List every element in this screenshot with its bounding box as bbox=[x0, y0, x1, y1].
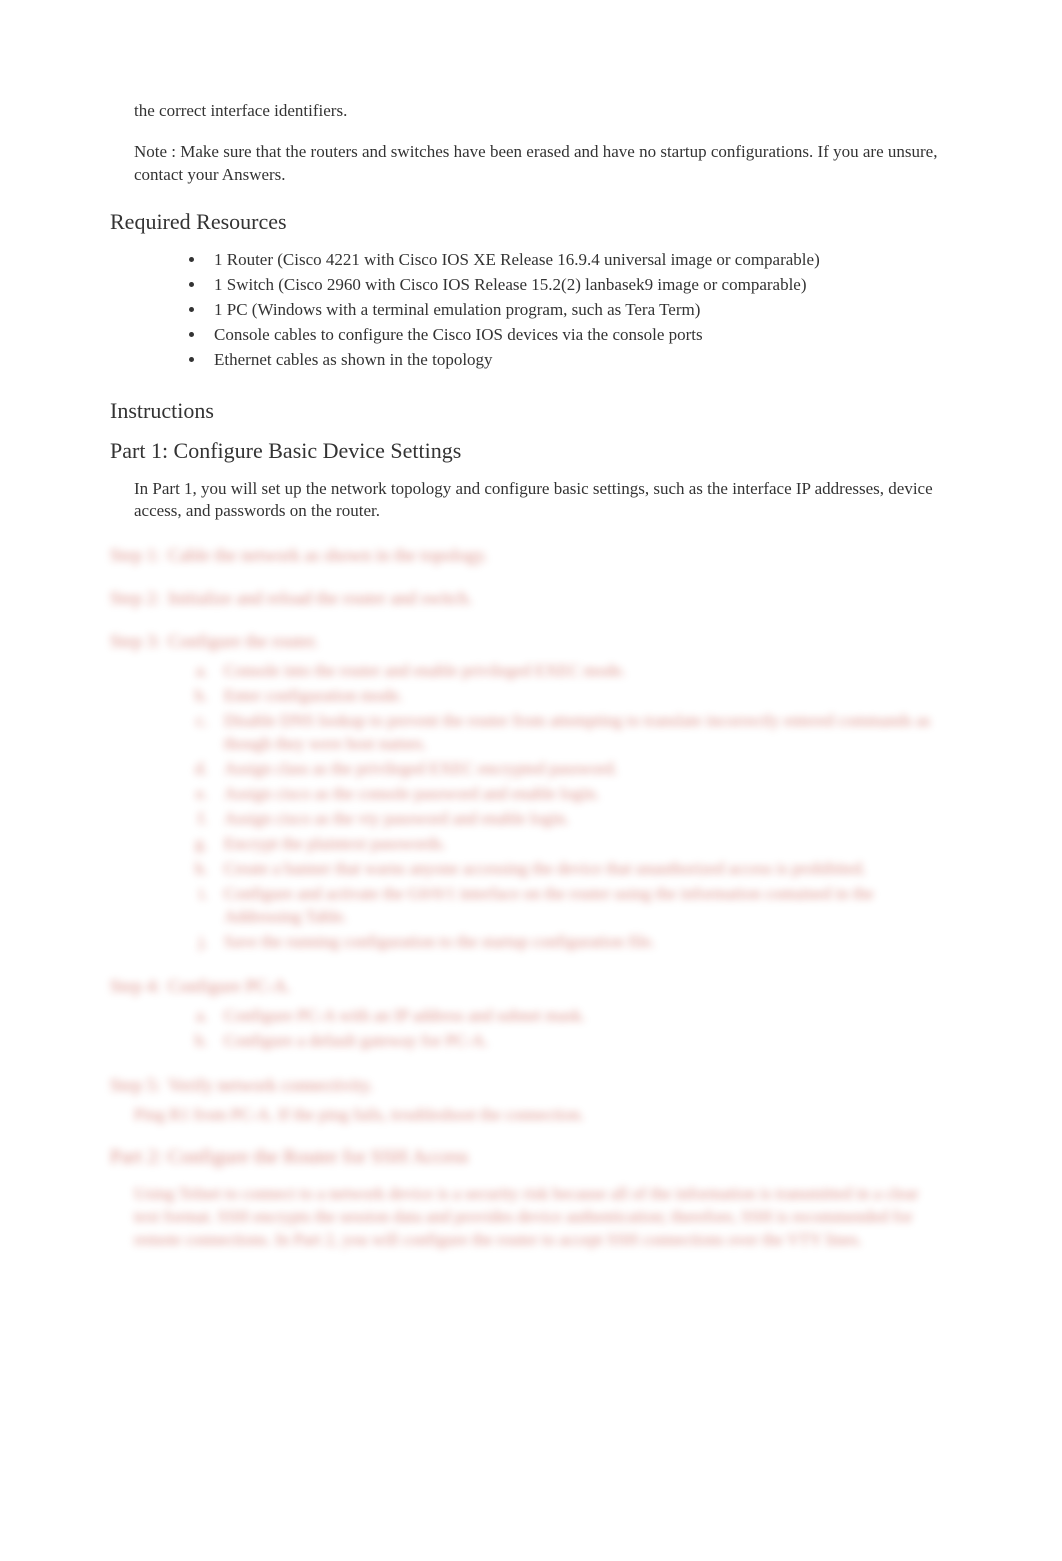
step-label: Step 5: bbox=[110, 1075, 168, 1096]
list-item: Console into the router and enable privi… bbox=[212, 660, 942, 683]
step5-heading: Step 5: Verify network connectivity. bbox=[110, 1075, 942, 1096]
list-item: 1 Router (Cisco 4221 with Cisco IOS XE R… bbox=[206, 249, 942, 272]
list-item: Create a banner that warns anyone access… bbox=[212, 858, 942, 881]
list-item: Encrypt the plaintext passwords. bbox=[212, 833, 942, 856]
step-title: Configure the router. bbox=[168, 631, 318, 652]
list-item: Assign cisco as the vty password and ena… bbox=[212, 808, 942, 831]
resources-list: 1 Router (Cisco 4221 with Cisco IOS XE R… bbox=[206, 249, 942, 372]
step-label: Step 4: bbox=[110, 976, 168, 997]
step2-heading: Step 2: Initialize and reload the router… bbox=[110, 588, 942, 609]
list-item: Disable DNS lookup to prevent the router… bbox=[212, 710, 942, 756]
part1-intro: In Part 1, you will set up the network t… bbox=[134, 478, 942, 524]
step-title: Initialize and reload the router and swi… bbox=[168, 588, 472, 609]
step3-list: Console into the router and enable privi… bbox=[212, 660, 942, 953]
step3-heading: Step 3: Configure the router. bbox=[110, 631, 942, 652]
step4-list: Configure PC-A with an IP address and su… bbox=[212, 1005, 942, 1053]
list-item: Configure a default gateway for PC-A. bbox=[212, 1030, 942, 1053]
list-item: Configure PC-A with an IP address and su… bbox=[212, 1005, 942, 1028]
instructions-heading: Instructions bbox=[110, 398, 942, 424]
part1-heading: Part 1: Configure Basic Device Settings bbox=[110, 438, 942, 464]
step4-heading: Step 4: Configure PC-A. bbox=[110, 976, 942, 997]
step-title: Cable the network as shown in the topolo… bbox=[168, 545, 488, 566]
list-item: 1 Switch (Cisco 2960 with Cisco IOS Rele… bbox=[206, 274, 942, 297]
note-paragraph: Note : Make sure that the routers and sw… bbox=[134, 141, 942, 187]
step5-text: Ping R1 from PC-A. If the ping fails, tr… bbox=[134, 1104, 942, 1127]
step-label: Step 3: bbox=[110, 631, 168, 652]
step-title: Configure PC-A. bbox=[168, 976, 291, 997]
list-item: Enter configuration mode. bbox=[212, 685, 942, 708]
blurred-content-area: Step 1: Cable the network as shown in th… bbox=[110, 545, 942, 1252]
step-label: Step 1: bbox=[110, 545, 168, 566]
list-item: Assign cisco as the console password and… bbox=[212, 783, 942, 806]
required-resources-heading: Required Resources bbox=[110, 209, 942, 235]
step-title: Verify network connectivity. bbox=[168, 1075, 373, 1096]
list-item: 1 PC (Windows with a terminal emulation … bbox=[206, 299, 942, 322]
step1-heading: Step 1: Cable the network as shown in th… bbox=[110, 545, 942, 566]
list-item: Save the running configuration to the st… bbox=[212, 931, 942, 954]
list-item: Ethernet cables as shown in the topology bbox=[206, 349, 942, 372]
part2-intro: Using Telnet to connect to a network dev… bbox=[134, 1183, 942, 1252]
list-item: Assign class as the privileged EXEC encr… bbox=[212, 758, 942, 781]
list-item: Configure and activate the G0/0/1 interf… bbox=[212, 883, 942, 929]
step-label: Step 2: bbox=[110, 588, 168, 609]
list-item: Console cables to configure the Cisco IO… bbox=[206, 324, 942, 347]
part2-heading: Part 2: Configure the Router for SSH Acc… bbox=[110, 1146, 942, 1169]
intro-tail-line: the correct interface identifiers. bbox=[134, 100, 942, 123]
